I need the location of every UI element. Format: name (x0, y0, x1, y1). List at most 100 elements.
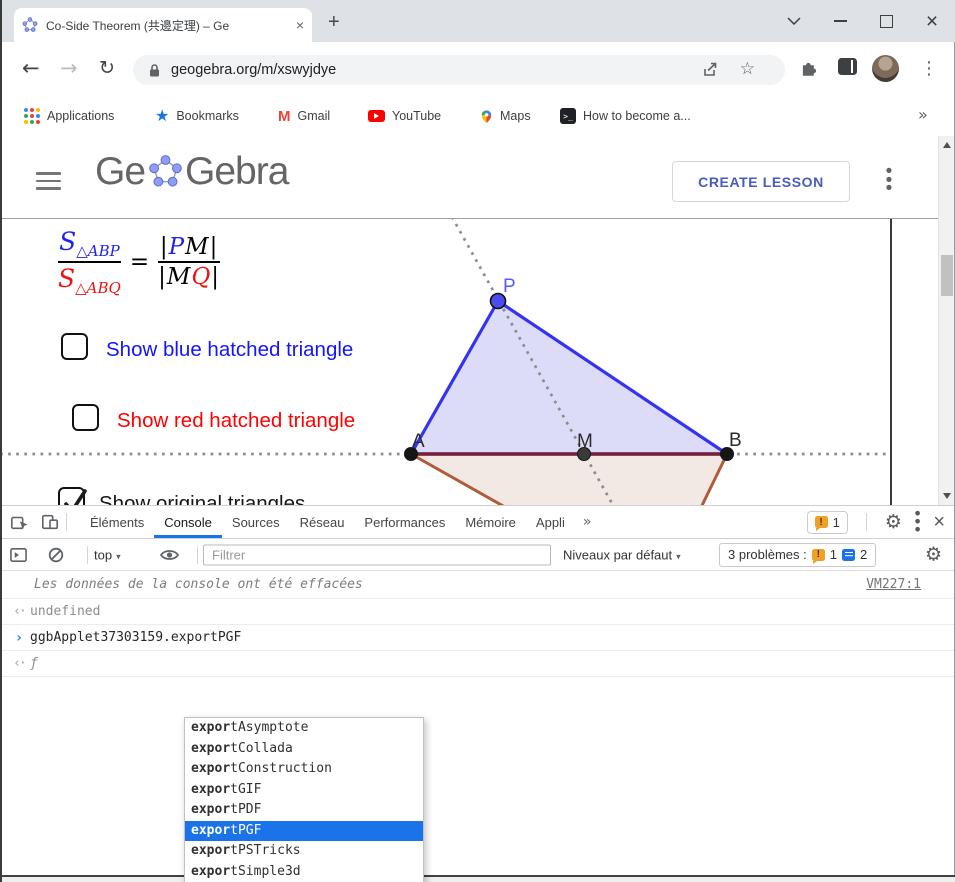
devtools-settings-gear-icon[interactable]: ⚙ (885, 513, 902, 532)
device-toolbar-icon[interactable] (41, 513, 59, 531)
create-lesson-button[interactable]: CREATE LESSON (672, 161, 850, 202)
autocomplete-item[interactable]: exportPGF (185, 821, 423, 842)
inspect-element-icon[interactable] (10, 513, 29, 531)
autocomplete-item[interactable]: exportPSTricks (185, 841, 423, 862)
checkbox-label-red[interactable]: Show red hatched triangle (117, 409, 355, 433)
console-command-text[interactable]: ggbApplet37303159.exportPGF (30, 630, 241, 645)
area-ratio-formula: S△ABP S△ABQ = |PM| |MQ| (58, 227, 220, 297)
autocomplete-item[interactable]: exportSimple3d (185, 862, 423, 882)
context-selector[interactable]: top▾ (94, 547, 121, 562)
problems-message-count: 2 (860, 547, 867, 562)
bookmark-item-applications[interactable]: Applications (24, 97, 114, 135)
checkbox-blue-hatched[interactable] (61, 333, 88, 360)
url-bar[interactable]: geogebra.org/m/xswyjdye ☆ (133, 55, 785, 85)
more-tabs-icon[interactable]: » (575, 514, 600, 530)
window-left-edge (0, 0, 2, 882)
console-command-row[interactable]: › ggbApplet37303159.exportPGF (0, 625, 955, 651)
logo-text-pre: Ge (95, 150, 145, 194)
browser-tab[interactable]: Co-Side Theorem (共邊定理) – Ge × (14, 8, 312, 42)
page-scrollbar[interactable] (938, 136, 955, 505)
cleared-message-text: Les données de la console ont été effacé… (34, 577, 363, 592)
autocomplete-item[interactable]: exportPDF (185, 800, 423, 821)
reload-icon[interactable]: ↻ (99, 59, 115, 78)
separator (866, 513, 867, 531)
bookmark-label: Gmail (298, 109, 331, 123)
bookmarks-overflow-icon[interactable]: » (918, 105, 928, 124)
tab-search-chevron-icon[interactable] (771, 0, 817, 42)
lock-icon (148, 63, 161, 78)
console-settings-gear-icon[interactable]: ⚙ (925, 545, 942, 564)
problems-warning-count: 1 (830, 547, 837, 562)
devtools-panel: ÉlémentsConsoleSourcesRéseauPerformances… (0, 505, 955, 875)
bookmark-item-youtube[interactable]: YouTube (368, 97, 441, 135)
tab-close-icon[interactable]: × (296, 18, 304, 32)
maximize-button[interactable] (863, 0, 909, 42)
geogebra-applet: P A M B S△ABP S△ABQ = |PM| |MQ| Show blu… (0, 219, 938, 505)
label-M: M (577, 431, 593, 452)
autocomplete-item[interactable]: exportCollada (185, 739, 423, 760)
side-panel-icon[interactable] (838, 58, 857, 75)
scroll-down-icon[interactable] (943, 493, 951, 499)
autocomplete-item[interactable]: exportGIF (185, 780, 423, 801)
maps-pin-icon (480, 108, 493, 125)
devtools-close-icon[interactable]: × (933, 512, 945, 532)
page-menu-kebab-icon[interactable]: ••• (882, 168, 896, 194)
error-warning-badge[interactable]: ! 1 (807, 511, 848, 534)
scrollbar-thumb[interactable] (941, 255, 953, 296)
terminal-icon: >_ (560, 108, 576, 124)
problems-summary[interactable]: 3 problèmes : ! 1 2 (719, 543, 876, 567)
share-icon[interactable] (701, 61, 719, 79)
warning-icon: ! (815, 516, 828, 528)
hamburger-menu-icon[interactable] (36, 172, 61, 195)
profile-avatar[interactable] (872, 55, 899, 82)
result-function-text: ƒ (30, 656, 38, 671)
devtools-tab-memoire[interactable]: Mémoire (455, 506, 526, 538)
devtools-tab-appli[interactable]: Appli (526, 506, 575, 538)
devtools-menu-kebab-icon[interactable]: ••• (913, 510, 922, 534)
bookmark-label: How to become a... (583, 109, 691, 123)
devtools-tabbar: ÉlémentsConsoleSourcesRéseauPerformances… (0, 506, 955, 539)
source-link[interactable]: VM227:1 (866, 577, 921, 592)
bookmark-item-maps[interactable]: Maps (480, 97, 531, 135)
caret-down-icon: ▾ (116, 551, 121, 561)
devtools-tab-console[interactable]: Console (154, 506, 222, 538)
checkbox-red-hatched[interactable] (72, 404, 99, 431)
autocomplete-dropdown[interactable]: exportAsymptoteexportColladaexportConstr… (184, 717, 424, 882)
devtools-tab-elements[interactable]: Éléments (80, 506, 154, 538)
checkbox-label-original[interactable]: Show original triangles (99, 492, 305, 505)
devtools-tab-performances[interactable]: Performances (354, 506, 455, 538)
titlebar: Co-Side Theorem (共邊定理) – Ge × + × (0, 0, 955, 42)
checkbox-original-triangles[interactable] (58, 487, 85, 505)
bookmark-item-bookmarks[interactable]: ★ Bookmarks (155, 97, 239, 135)
close-window-button[interactable]: × (909, 0, 955, 42)
autocomplete-item[interactable]: exportAsymptote (185, 718, 423, 739)
bookmarks-bar: Applications ★ Bookmarks M Gmail YouTube (0, 97, 955, 135)
devtools-tab-reseau[interactable]: Réseau (290, 506, 355, 538)
back-icon[interactable]: ← (22, 58, 40, 79)
bookmark-item-how-to-become[interactable]: >_ How to become a... (560, 97, 691, 135)
devtools-tab-sources[interactable]: Sources (222, 506, 290, 538)
bookmark-item-gmail[interactable]: M Gmail (278, 97, 330, 135)
checkmark-icon (60, 489, 87, 505)
browser-menu-kebab-icon[interactable]: ⋮ (920, 60, 938, 78)
scroll-up-icon[interactable] (943, 142, 951, 148)
bookmark-label: Maps (500, 109, 531, 123)
applet-right-border (890, 219, 892, 505)
clear-console-icon[interactable] (48, 547, 64, 563)
minimize-button[interactable] (817, 0, 863, 42)
warning-icon: ! (812, 549, 825, 561)
geogebra-logo[interactable]: Ge Gebra (95, 150, 288, 194)
new-tab-button[interactable]: + (328, 12, 340, 32)
extensions-puzzle-icon[interactable] (799, 58, 819, 78)
forward-icon[interactable]: → (60, 58, 78, 79)
triangle-ABP (411, 301, 727, 454)
autocomplete-item[interactable]: exportConstruction (185, 759, 423, 780)
console-sidebar-icon[interactable] (10, 547, 27, 562)
checkbox-label-blue[interactable]: Show blue hatched triangle (106, 338, 353, 362)
separator (66, 513, 67, 531)
console-filter-input[interactable] (203, 544, 551, 565)
bookmark-star-icon[interactable]: ☆ (740, 59, 755, 79)
apps-grid-icon (24, 108, 40, 124)
log-levels-selector[interactable]: Niveaux par défaut▾ (563, 547, 681, 562)
live-expression-eye-icon[interactable] (160, 548, 179, 561)
